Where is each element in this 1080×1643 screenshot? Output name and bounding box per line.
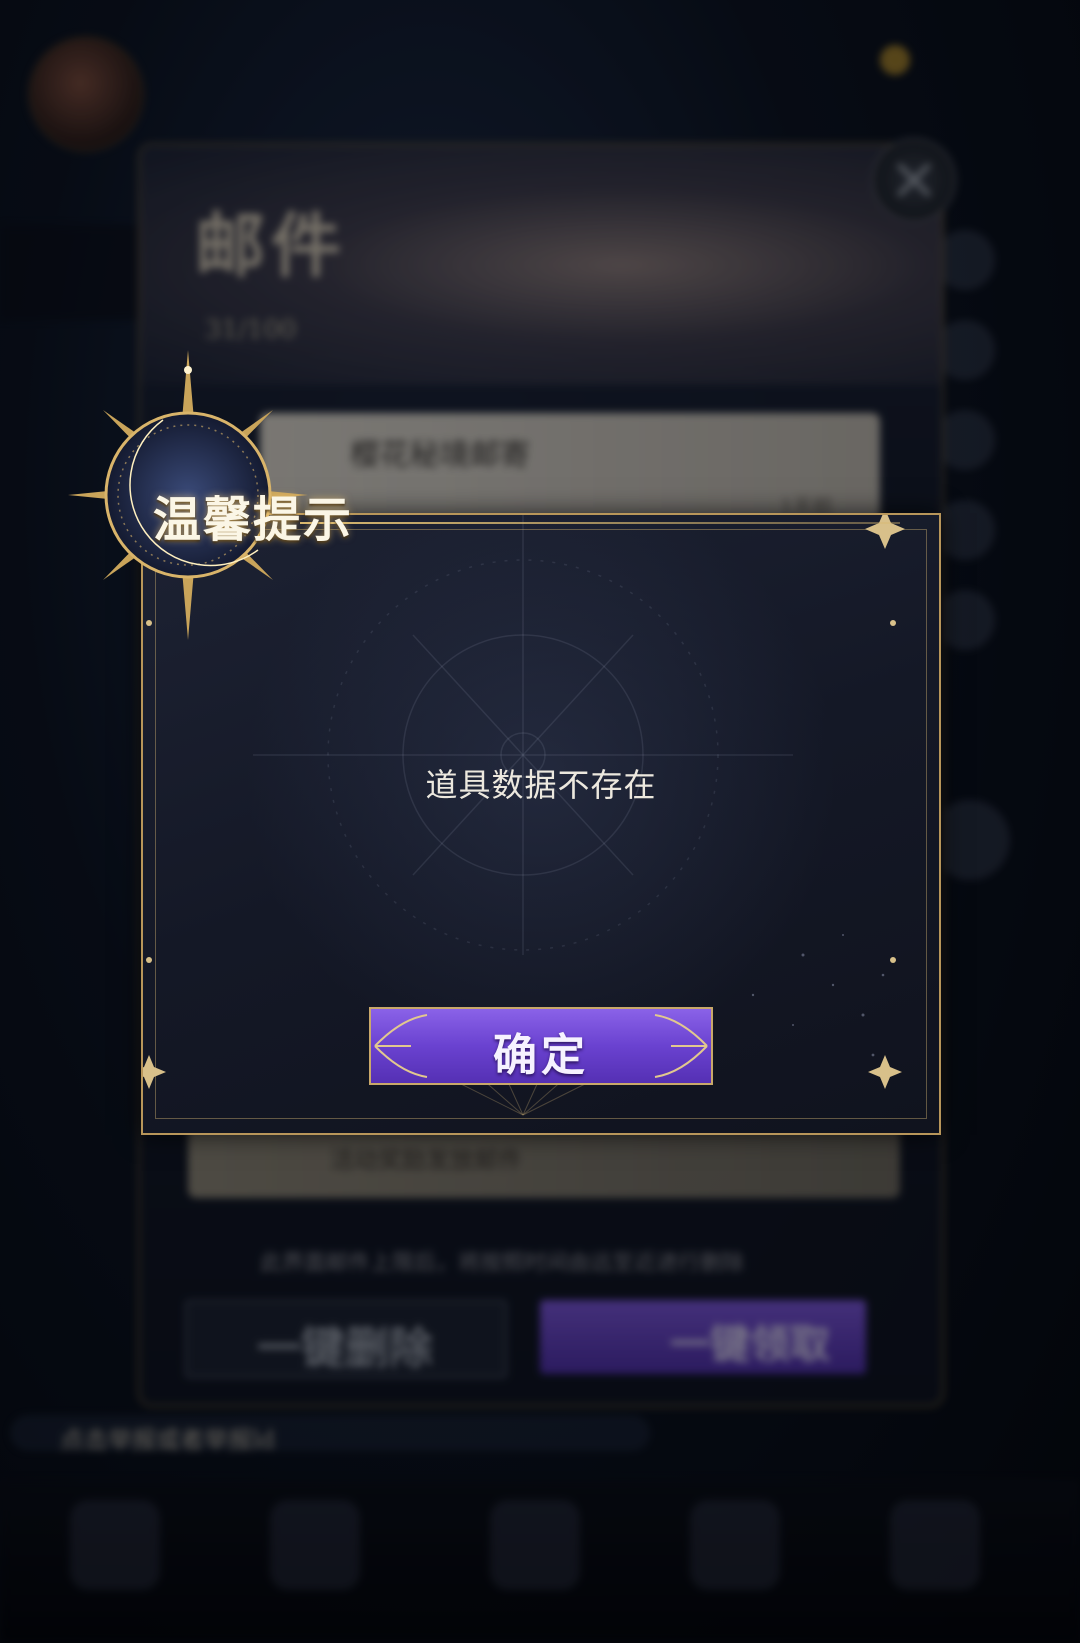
confirm-button[interactable]: 确定 <box>369 1007 713 1085</box>
dialog-title-rule <box>300 522 900 524</box>
dialog-message: 道具数据不存在 <box>425 766 657 804</box>
dialog-title: 温馨提示 <box>153 492 354 548</box>
confirm-button-label: 确定 <box>493 1030 589 1081</box>
